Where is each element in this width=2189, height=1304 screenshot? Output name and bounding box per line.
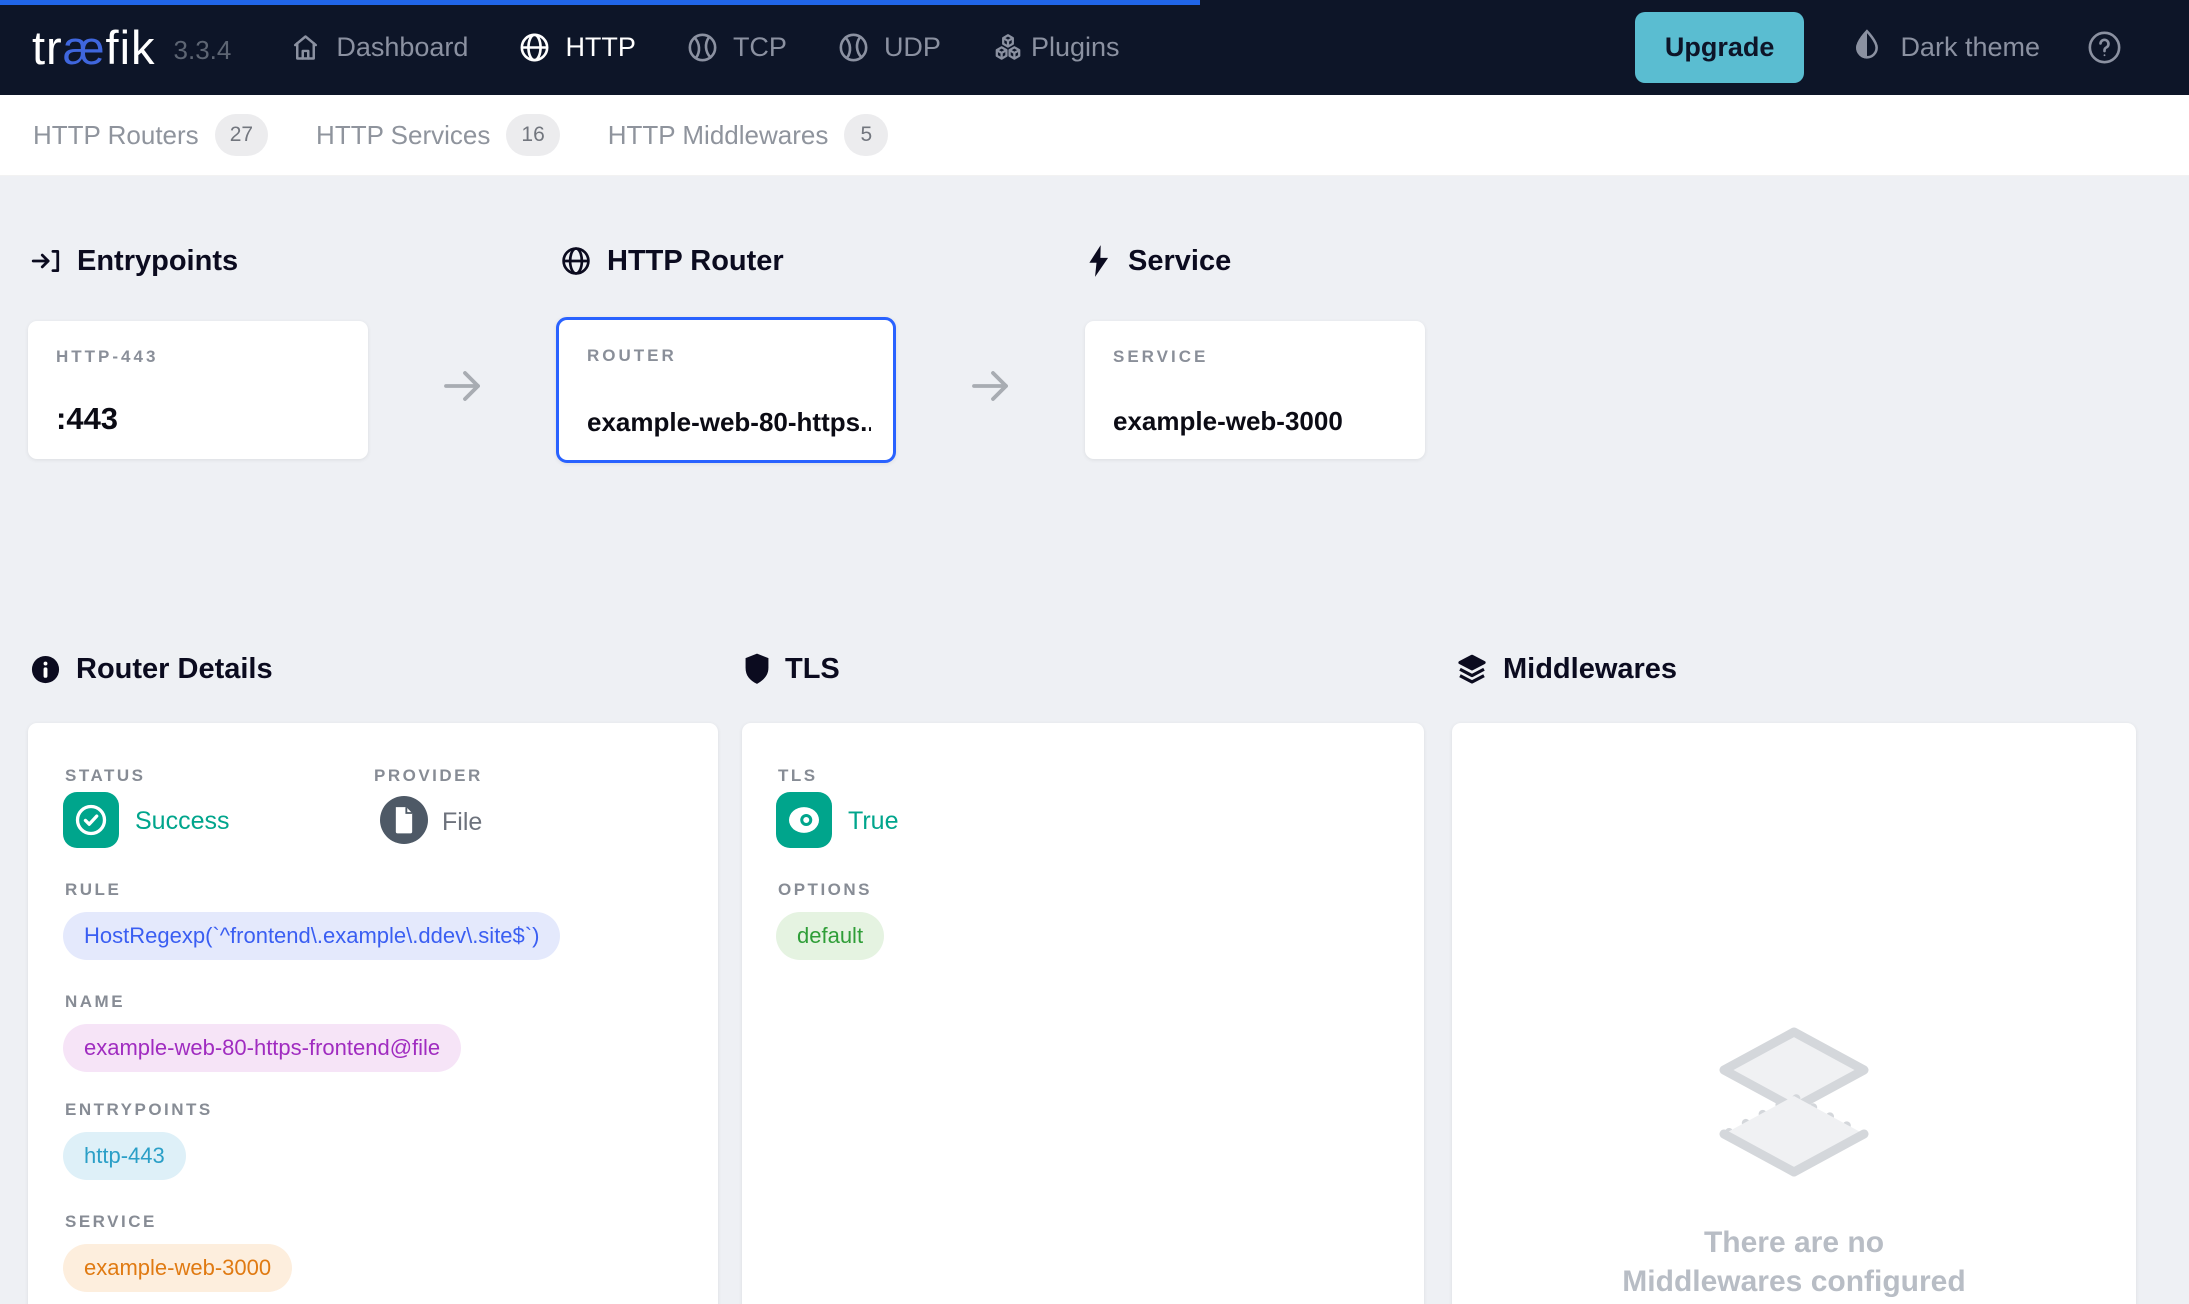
service-section-header: Service: [1085, 240, 1231, 282]
ball-icon: [837, 31, 870, 64]
entrypoint-card-label: HTTP-443: [56, 347, 158, 367]
service-label: SERVICE: [65, 1212, 157, 1232]
upgrade-button[interactable]: Upgrade: [1635, 12, 1805, 83]
tab-http-routers[interactable]: HTTP Routers 27: [33, 114, 268, 156]
flow-arrow-icon: [966, 362, 1014, 415]
tab-label: HTTP Services: [316, 120, 490, 151]
section-title: TLS: [785, 653, 840, 686]
home-icon: [289, 31, 322, 64]
options-value-chip: default: [776, 912, 884, 960]
dark-theme-toggle[interactable]: Dark theme: [1850, 27, 2040, 68]
section-title: Entrypoints: [77, 245, 238, 278]
nav-item-dashboard[interactable]: Dashboard: [289, 31, 468, 64]
service-card-label: SERVICE: [1113, 347, 1208, 367]
nav-item-plugins[interactable]: Plugins: [991, 31, 1120, 65]
layers-icon: [1456, 653, 1488, 685]
tab-count-badge: 5: [844, 114, 888, 156]
cubes-icon: [991, 31, 1025, 65]
info-circle-icon: [30, 654, 61, 685]
middlewares-empty-message: There are no Middlewares configured: [1452, 1223, 2136, 1301]
rule-value-chip: HostRegexp(`^frontend\.example\.ddev\.si…: [63, 912, 560, 960]
logo-ae: æ: [63, 21, 106, 74]
invert-colors-icon: [1850, 27, 1884, 68]
options-label: OPTIONS: [778, 880, 872, 900]
shield-icon: [744, 653, 770, 685]
service-card[interactable]: SERVICE example-web-3000: [1085, 321, 1425, 459]
nav-item-label: Dashboard: [336, 32, 468, 63]
main-nav: Dashboard HTTP TCP: [289, 31, 1169, 65]
tls-card: TLS True OPTIONS default: [742, 723, 1424, 1304]
traefik-logo[interactable]: træfik 3.3.4: [32, 20, 231, 75]
theme-toggle-label: Dark theme: [1900, 32, 2040, 63]
tab-http-services[interactable]: HTTP Services 16: [316, 114, 560, 156]
login-arrow-icon: [30, 245, 62, 277]
version-label: 3.3.4: [174, 35, 232, 66]
top-navbar: træfik 3.3.4 Dashboard HTTP: [0, 0, 2189, 95]
success-check-icon: [63, 792, 119, 848]
loading-progress-bar: [0, 0, 1200, 5]
flow-arrow-icon: [438, 362, 486, 415]
ball-icon: [686, 31, 719, 64]
name-value-chip: example-web-80-https-frontend@file: [63, 1024, 461, 1072]
tab-count-badge: 27: [215, 114, 268, 156]
service-card-value: example-web-3000: [1113, 406, 1403, 437]
section-tabbar: HTTP Routers 27 HTTP Services 16 HTTP Mi…: [0, 95, 2189, 176]
provider-label: PROVIDER: [374, 766, 483, 786]
section-title: Middlewares: [1503, 653, 1677, 686]
middlewares-card: There are no Middlewares configured: [1452, 723, 2136, 1304]
nav-item-label: TCP: [733, 32, 787, 63]
traefik-dashboard-page: træfik 3.3.4 Dashboard HTTP: [0, 0, 2189, 1304]
entrypoints-value-chip: http-443: [63, 1132, 186, 1180]
router-card[interactable]: ROUTER example-web-80-https...: [556, 317, 896, 463]
nav-item-udp[interactable]: UDP: [837, 31, 941, 64]
file-provider-icon: [380, 796, 428, 844]
tls-enabled-icon: [776, 792, 832, 848]
tab-label: HTTP Routers: [33, 120, 199, 151]
service-value-chip: example-web-3000: [63, 1244, 292, 1292]
tab-count-badge: 16: [506, 114, 559, 156]
nav-item-label: UDP: [884, 32, 941, 63]
entrypoints-label: ENTRYPOINTS: [65, 1100, 213, 1120]
section-title: HTTP Router: [607, 245, 784, 278]
section-title: Service: [1128, 245, 1231, 278]
provider-value: File: [442, 808, 482, 837]
nav-item-http[interactable]: HTTP: [518, 31, 636, 64]
entrypoint-card-value: :443: [56, 401, 346, 437]
tls-value: True: [848, 807, 898, 836]
router-card-value: example-web-80-https...: [587, 407, 871, 438]
empty-layers-icon: [1709, 1018, 1879, 1213]
tls-label: TLS: [778, 766, 818, 786]
name-label: NAME: [65, 992, 125, 1012]
logo-text: træfik: [32, 20, 156, 75]
rule-label: RULE: [65, 880, 121, 900]
middlewares-section-header: Middlewares: [1456, 648, 1677, 690]
entrypoints-section-header: Entrypoints: [30, 240, 238, 282]
tab-label: HTTP Middlewares: [608, 120, 829, 151]
lightning-bolt-icon: [1085, 244, 1113, 278]
router-details-section-header: Router Details: [30, 648, 273, 690]
router-details-card: STATUS Success PROVIDER File RULE HostRe…: [28, 723, 718, 1304]
router-card-label: ROUTER: [587, 346, 677, 366]
section-title: Router Details: [76, 653, 273, 686]
entrypoint-card[interactable]: HTTP-443 :443: [28, 321, 368, 459]
nav-item-label: Plugins: [1031, 32, 1120, 63]
tab-http-middlewares[interactable]: HTTP Middlewares 5: [608, 114, 889, 156]
globe-icon: [560, 245, 592, 277]
nav-item-label: HTTP: [565, 32, 636, 63]
tls-section-header: TLS: [744, 648, 840, 690]
status-label: STATUS: [65, 766, 145, 786]
globe-icon: [518, 31, 551, 64]
nav-item-tcp[interactable]: TCP: [686, 31, 787, 64]
navbar-right: Upgrade Dark theme: [1635, 12, 2123, 83]
help-icon[interactable]: [2086, 29, 2123, 66]
http-router-section-header: HTTP Router: [560, 240, 784, 282]
status-value: Success: [135, 807, 229, 836]
